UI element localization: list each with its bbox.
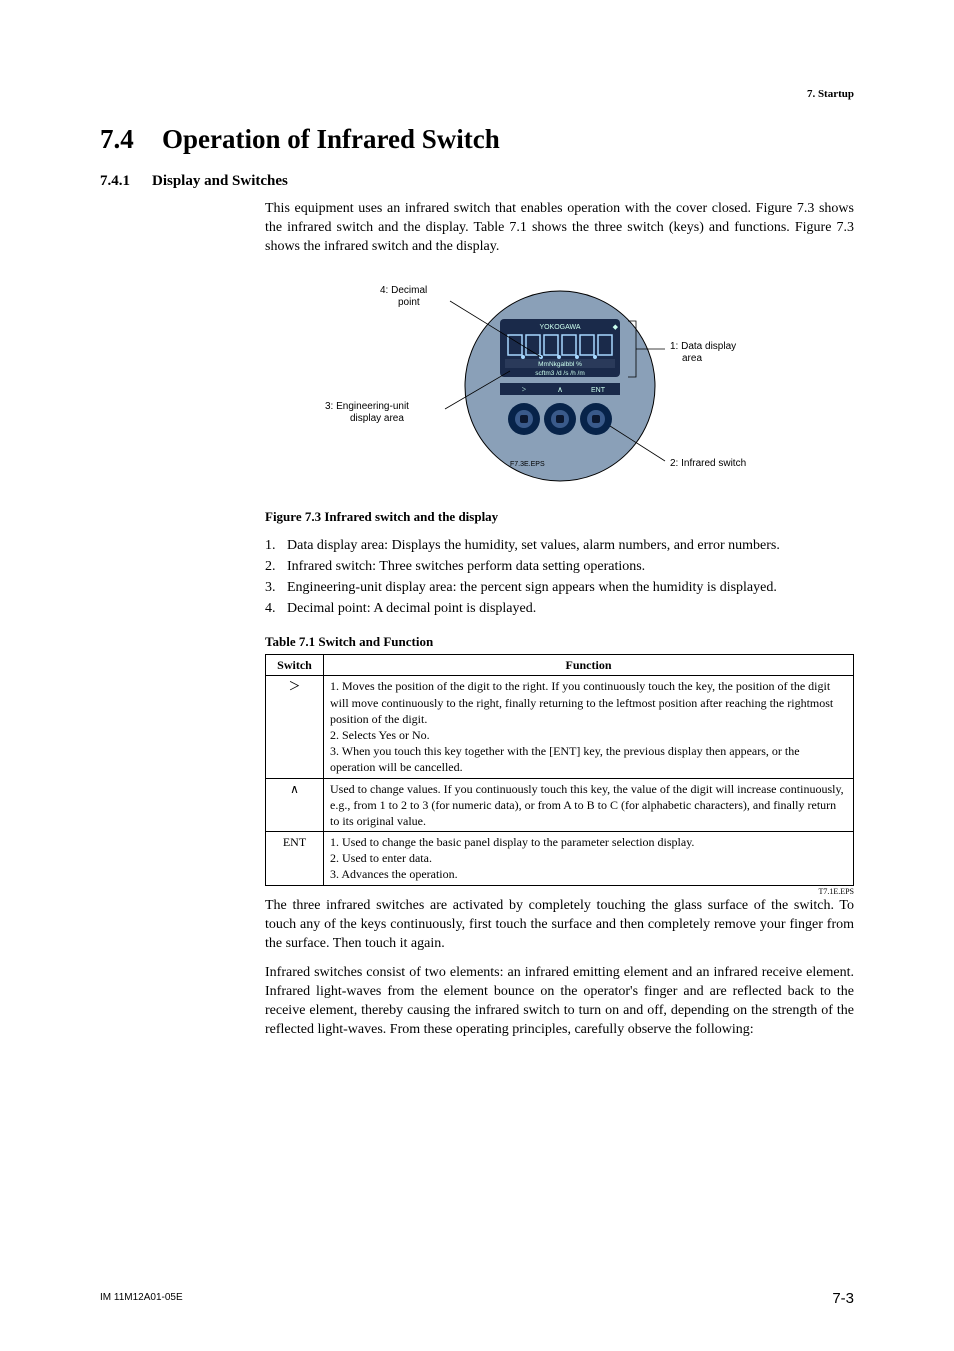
switch-function-table: Switch Function ＞ 1. Moves the position … bbox=[265, 654, 854, 885]
label-decimal: 4: Decimal bbox=[380, 285, 427, 296]
paragraph-after-table: The three infrared switches are activate… bbox=[265, 897, 854, 954]
footer-doc-id: IM 11M12A01-05E bbox=[100, 1292, 183, 1303]
figure-diagram: YOKOGAWA ◆ MmNkgal bbox=[320, 271, 800, 491]
list-item: 4.Decimal point: A decimal point is disp… bbox=[265, 600, 854, 619]
svg-text:ENT: ENT bbox=[591, 387, 606, 394]
list-item: 3.Engineering-unit display area: the per… bbox=[265, 579, 854, 598]
table-row: ∧ Used to change values. If you continuo… bbox=[266, 778, 854, 832]
section-title: Operation of Infrared Switch bbox=[162, 124, 500, 154]
table-row: ENT 1. Used to change the basic panel di… bbox=[266, 832, 854, 886]
table-cell-switch: ENT bbox=[266, 832, 324, 886]
table-cell-function: 1. Moves the position of the digit to th… bbox=[324, 676, 854, 778]
paragraph-infrared: Infrared switches consist of two element… bbox=[265, 964, 854, 1040]
table-cell-function: 1. Used to change the basic panel displa… bbox=[324, 832, 854, 886]
figure-eps: F7.3E.EPS bbox=[510, 461, 545, 468]
svg-text:MmNkgalbbl %: MmNkgalbbl % bbox=[538, 361, 582, 368]
svg-text:point: point bbox=[398, 297, 420, 308]
section-heading: 7.4Operation of Infrared Switch bbox=[100, 124, 854, 155]
list-item: 2.Infrared switch: Three switches perfor… bbox=[265, 558, 854, 577]
svg-text:area: area bbox=[682, 353, 702, 364]
table-row: ＞ 1. Moves the position of the digit to … bbox=[266, 676, 854, 778]
footer-page-number: 7-3 bbox=[832, 1290, 854, 1307]
table-caption: Table 7.1 Switch and Function bbox=[265, 633, 854, 651]
figure-caption: Figure 7.3 Infrared switch and the displ… bbox=[265, 508, 854, 526]
section-number: 7.4 bbox=[100, 124, 162, 155]
brand-label: YOKOGAWA bbox=[539, 324, 580, 331]
table-cell-function: Used to change values. If you continuous… bbox=[324, 778, 854, 832]
table-eps: T7.1E.EPS bbox=[265, 887, 854, 898]
running-header: 7. Startup bbox=[807, 88, 854, 100]
svg-text:display area: display area bbox=[350, 413, 404, 424]
subsection-heading: 7.4.1Display and Switches bbox=[100, 173, 854, 190]
subsection-number: 7.4.1 bbox=[100, 173, 152, 190]
svg-text:scftm3 /d /s /h /m: scftm3 /d /s /h /m bbox=[535, 370, 584, 377]
subsection-title: Display and Switches bbox=[152, 173, 288, 189]
label-infrared: 2: Infrared switch bbox=[670, 458, 746, 469]
svg-text:>: > bbox=[521, 385, 526, 394]
label-engineering: 3: Engineering-unit bbox=[325, 401, 409, 412]
svg-text:∧: ∧ bbox=[557, 385, 563, 394]
list-item: 1.Data display area: Displays the humidi… bbox=[265, 537, 854, 556]
intro-paragraph: This equipment uses an infrared switch t… bbox=[265, 200, 854, 257]
numbered-list: 1.Data display area: Displays the humidi… bbox=[265, 537, 854, 619]
table-header: Switch bbox=[266, 655, 324, 676]
table-cell-switch: ∧ bbox=[266, 778, 324, 832]
label-data-area: 1: Data display bbox=[670, 341, 736, 352]
svg-text:◆: ◆ bbox=[612, 323, 618, 331]
figure-container: YOKOGAWA ◆ MmNkgal bbox=[265, 271, 854, 498]
table-cell-switch: ＞ bbox=[266, 676, 324, 778]
table-header: Function bbox=[324, 655, 854, 676]
